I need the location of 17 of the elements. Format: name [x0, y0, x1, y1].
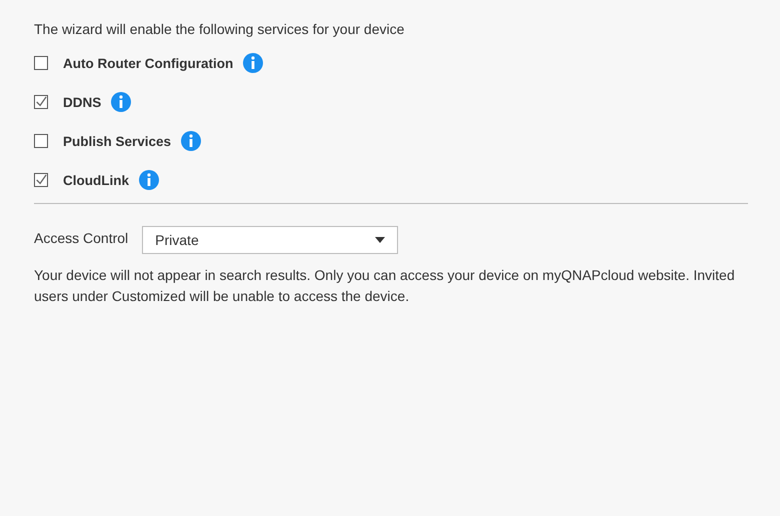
checkbox[interactable]	[34, 134, 48, 148]
info-icon[interactable]	[139, 170, 159, 190]
checkbox[interactable]	[34, 56, 48, 70]
description-text: Your device will not appear in search results. Only you can access your device on myQNAPcloud website. Invited users under Customized will be unable to access the device.	[34, 266, 736, 306]
access-control-label: Access Control	[34, 230, 128, 246]
intro-text: The wizard will enable the following services for your device	[34, 21, 406, 37]
info-icon[interactable]	[243, 53, 264, 73]
info-icon[interactable]	[181, 131, 202, 151]
service-label: DDNS	[63, 94, 102, 110]
info-icon[interactable]	[111, 92, 132, 112]
caret-icon	[375, 237, 386, 243]
service-label: Auto Router Configuration	[63, 56, 234, 70]
access-control-dropdown[interactable]: Private	[142, 226, 398, 254]
checkbox[interactable]	[34, 95, 48, 109]
service-label: CloudLink	[63, 172, 129, 188]
service-label: Publish Services	[63, 134, 172, 148]
checkbox[interactable]	[34, 173, 48, 187]
